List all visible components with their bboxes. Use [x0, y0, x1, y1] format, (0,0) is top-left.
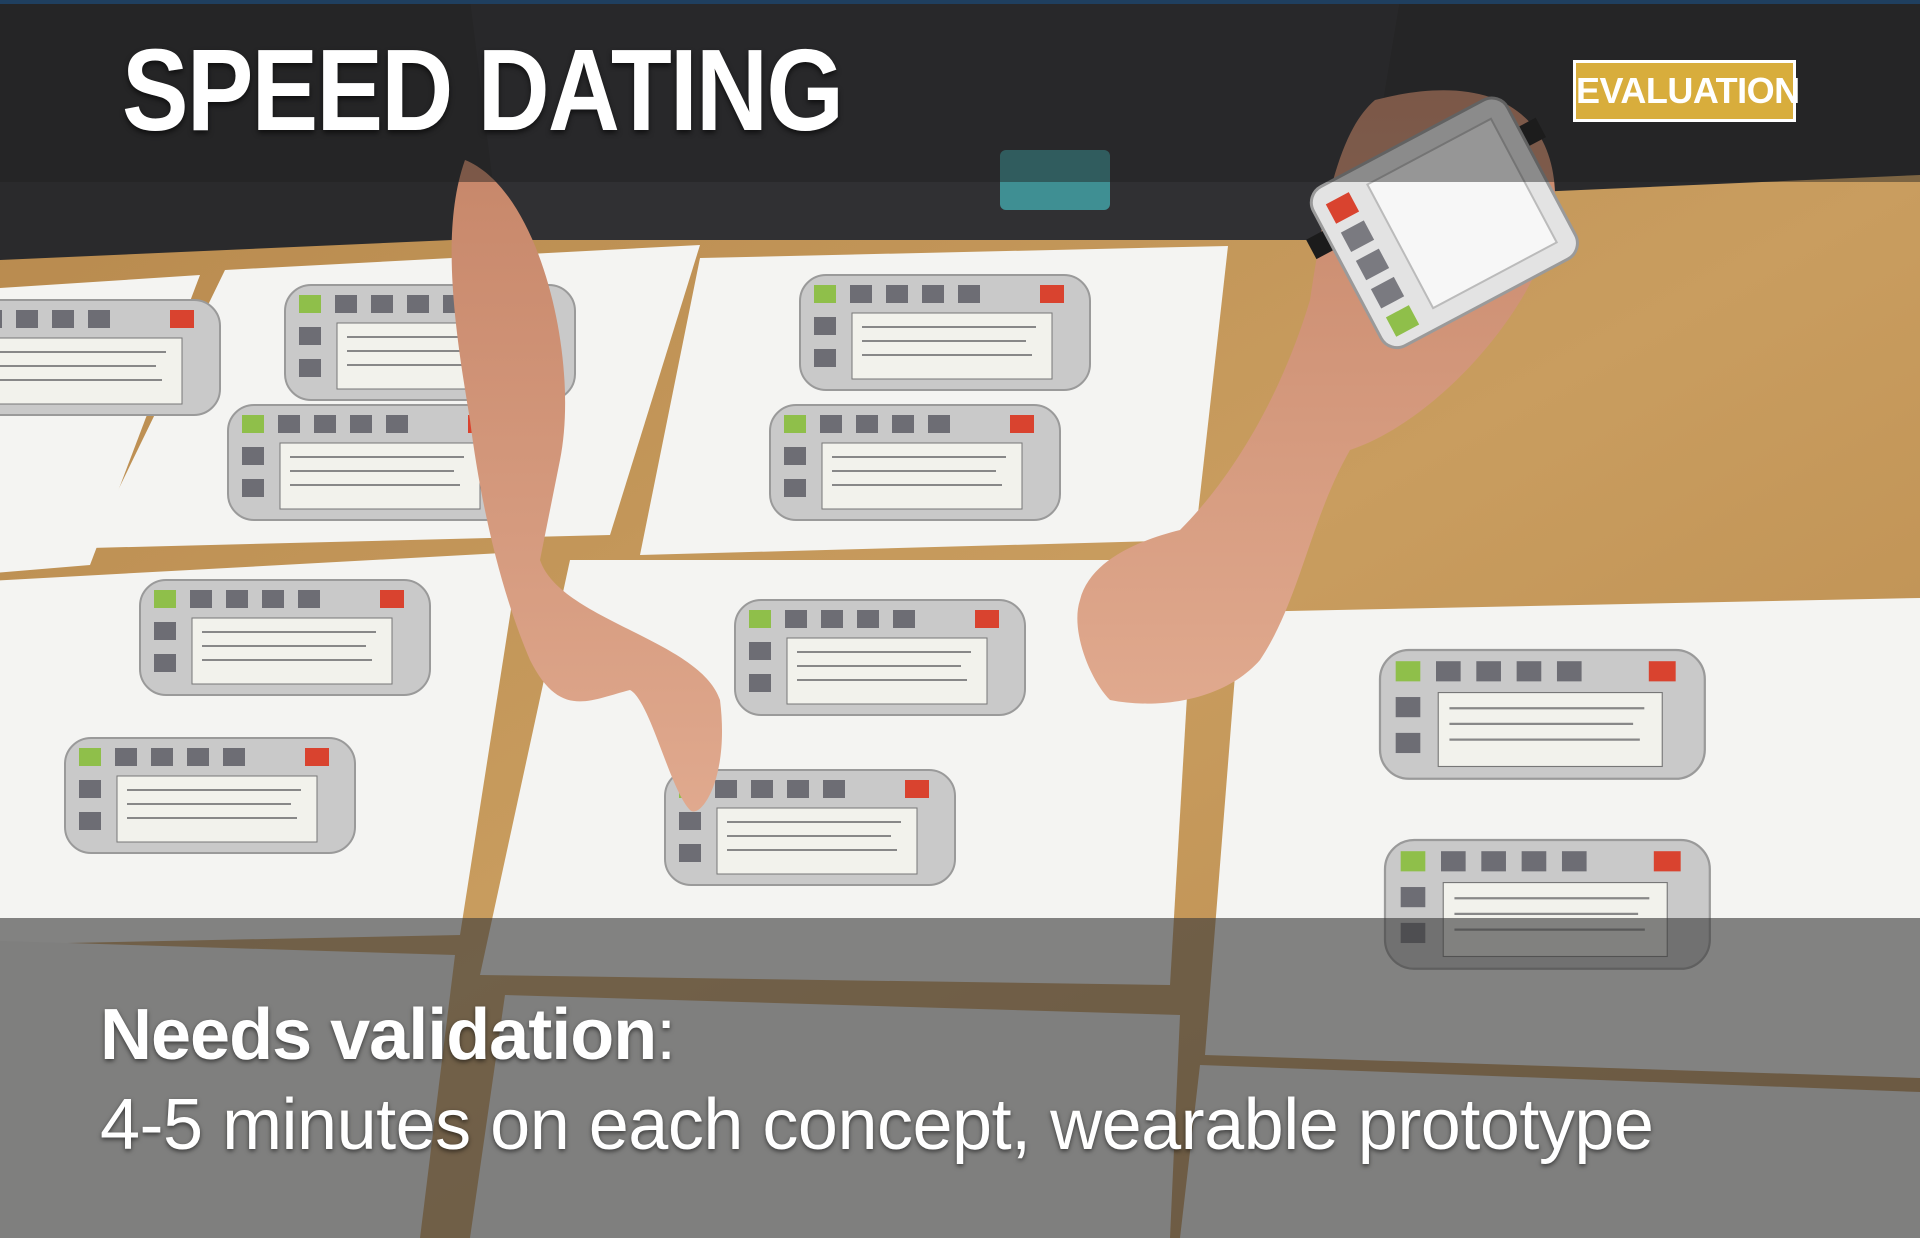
caption-colon: : [656, 995, 677, 1075]
evaluation-badge: EVALUATION [1573, 60, 1800, 122]
caption-band [0, 918, 1920, 1238]
caption-heading: Needs validation: [100, 995, 676, 1075]
caption-detail: 4-5 minutes on each concept, wearable pr… [100, 1085, 1654, 1165]
slide: SPEED DATING EVALUATION Needs validation… [0, 0, 1920, 1238]
caption-emphasis: Needs validation [100, 995, 657, 1075]
slide-title: SPEED DATING [122, 25, 844, 155]
